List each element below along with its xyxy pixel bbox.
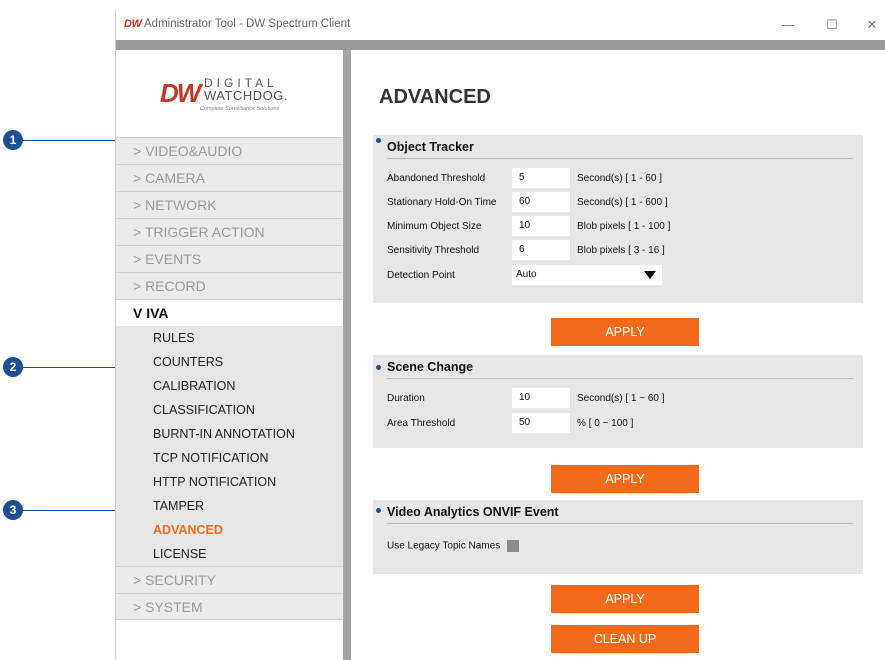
callout-badge-2: 2 <box>3 357 23 377</box>
submenu-item-http-notification[interactable]: HTTP NOTIFICATION <box>116 470 343 494</box>
callout-badge-3: 3 <box>3 500 23 520</box>
clean-up-button[interactable]: CLEAN UP <box>551 625 699 653</box>
setting-unit: Second(s) [ 1 ~ 60 ] <box>577 393 665 404</box>
legacy-topic-label: Use Legacy Topic Names <box>387 540 501 552</box>
setting-label: Abandoned Threshold <box>387 173 486 184</box>
close-icon[interactable]: ✕ <box>858 15 885 35</box>
setting-unit: Blob pixels [ 1 - 100 ] <box>577 221 671 232</box>
onvif-event-section: Video Analytics ONVIF Event Use Legacy T… <box>373 500 863 574</box>
submenu-item-classification[interactable]: CLASSIFICATION <box>116 398 343 422</box>
sidebar-item-camera[interactable]: > CAMERA <box>116 164 343 191</box>
digital-watchdog-logo: DW DIGITAL WATCHDOG. Complete Surveillan… <box>160 76 310 126</box>
section-divider <box>387 158 853 159</box>
submenu-item-burnt-in-annotation[interactable]: BURNT-IN ANNOTATION <box>116 422 343 446</box>
main-panel: ADVANCED Object Tracker Abandoned Thresh… <box>351 50 885 660</box>
sidebar-item-video-audio[interactable]: > VIDEO&AUDIO <box>116 137 343 164</box>
nav-menu: > VIDEO&AUDIO > CAMERA > NETWORK > TRIGG… <box>116 137 343 620</box>
title-bar: DW Administrator Tool - DW Spectrum Clie… <box>116 10 885 40</box>
setting-label: Use Legacy Topic Names <box>387 540 519 552</box>
setting-label: Detection Point <box>387 270 455 281</box>
setting-label: Minimum Object Size <box>387 221 482 232</box>
callout-dot-3 <box>376 508 381 513</box>
submenu-item-tcp-notification[interactable]: TCP NOTIFICATION <box>116 446 343 470</box>
stationary-hold-on-time-input[interactable]: 60 <box>512 192 570 212</box>
setting-unit: Second(s) [ 1 - 60 ] <box>577 173 663 184</box>
maximize-icon[interactable]: ☐ <box>818 15 846 35</box>
sidebar-item-system[interactable]: > SYSTEM <box>116 593 343 620</box>
section-title: Scene Change <box>387 360 474 374</box>
page-title: ADVANCED <box>379 86 491 108</box>
apply-button[interactable]: APPLY <box>551 465 699 493</box>
submenu-item-rules[interactable]: RULES <box>116 326 343 350</box>
minimum-object-size-input[interactable]: 10 <box>512 216 570 236</box>
setting-label: Duration <box>387 393 425 404</box>
detection-point-select[interactable]: Auto <box>512 265 662 285</box>
submenu-item-counters[interactable]: COUNTERS <box>116 350 343 374</box>
sidebar-item-trigger-action[interactable]: > TRIGGER ACTION <box>116 218 343 245</box>
apply-button[interactable]: APPLY <box>551 585 699 613</box>
logo-mark: DW <box>160 78 201 108</box>
submenu-item-advanced[interactable]: ADVANCED <box>116 518 343 542</box>
setting-unit: Second(s) [ 1 - 600 ] <box>577 197 668 208</box>
logo-tagline: Complete Surveillance Solutions <box>200 106 280 112</box>
sidebar-item-network[interactable]: > NETWORK <box>116 191 343 218</box>
iva-submenu: RULES COUNTERS CALIBRATION CLASSIFICATIO… <box>116 326 343 566</box>
minimize-icon[interactable]: — <box>774 15 802 35</box>
sidebar: DW DIGITAL WATCHDOG. Complete Surveillan… <box>116 50 343 660</box>
section-title: Video Analytics ONVIF Event <box>387 505 559 519</box>
section-divider <box>387 378 853 379</box>
toolbar-band <box>116 40 885 50</box>
sidebar-item-iva[interactable]: V IVA <box>116 299 343 326</box>
legacy-topic-checkbox[interactable] <box>506 540 519 552</box>
callout-dot-1 <box>376 138 381 143</box>
sidebar-item-events[interactable]: > EVENTS <box>116 245 343 272</box>
submenu-item-tamper[interactable]: TAMPER <box>116 494 343 518</box>
sensitivity-threshold-input[interactable]: 6 <box>512 240 570 260</box>
logo-line2: WATCHDOG. <box>204 88 288 103</box>
submenu-item-calibration[interactable]: CALIBRATION <box>116 374 343 398</box>
setting-label: Stationary Hold-On Time <box>387 197 497 208</box>
area-threshold-input[interactable]: 50 <box>512 413 570 433</box>
app-logo: DW <box>124 18 142 30</box>
object-tracker-section: Object Tracker Abandoned Threshold 5 Sec… <box>373 135 863 303</box>
scene-change-section: Scene Change Duration 10 Second(s) [ 1 ~… <box>373 355 863 448</box>
callout-dot-2 <box>376 365 381 370</box>
sidebar-item-record[interactable]: > RECORD <box>116 272 343 299</box>
duration-input[interactable]: 10 <box>512 388 570 408</box>
setting-label: Sensitivity Threshold <box>387 245 480 256</box>
abandoned-threshold-input[interactable]: 5 <box>512 168 570 188</box>
select-value: Auto <box>516 269 537 280</box>
app-window: DW Administrator Tool - DW Spectrum Clie… <box>115 10 885 660</box>
section-title: Object Tracker <box>387 140 474 154</box>
sidebar-item-security[interactable]: > SECURITY <box>116 566 343 593</box>
callout-badge-1: 1 <box>3 130 23 150</box>
section-divider <box>387 523 853 524</box>
panel-divider[interactable] <box>343 50 351 660</box>
dropdown-arrow-icon <box>644 271 656 279</box>
setting-unit: % [ 0 ~ 100 ] <box>577 418 634 429</box>
setting-label: Area Threshold <box>387 418 456 429</box>
submenu-item-license[interactable]: LICENSE <box>116 542 343 566</box>
apply-button[interactable]: APPLY <box>551 318 699 346</box>
window-title: Administrator Tool - DW Spectrum Client <box>144 18 351 30</box>
setting-unit: Blob pixels [ 3 - 16 ] <box>577 245 665 256</box>
